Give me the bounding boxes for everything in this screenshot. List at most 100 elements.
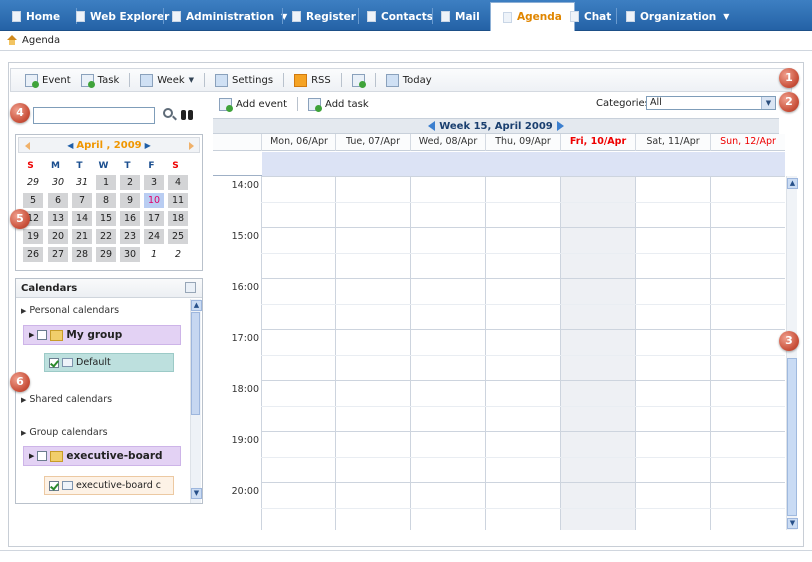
day-header[interactable]: Tue, 07/Apr — [335, 134, 410, 151]
folder-icon — [50, 450, 64, 462]
new-event-button[interactable]: Event — [25, 73, 71, 88]
default-calendar-row[interactable]: Default — [44, 353, 174, 372]
mini-calendar-day[interactable]: 8 — [96, 193, 116, 208]
mini-calendar-day[interactable]: 26 — [23, 247, 43, 262]
expand-arrow-icon: ▶ — [21, 429, 27, 437]
executive-board-row[interactable]: ▶ executive-board — [23, 446, 181, 466]
mini-calendar-month[interactable]: April — [76, 140, 103, 151]
mini-calendar-day[interactable]: 10 — [144, 193, 164, 208]
mini-calendar-day[interactable]: 1 — [144, 247, 164, 262]
mini-calendar-day[interactable]: 15 — [96, 211, 116, 226]
mini-calendar-day[interactable]: 13 — [48, 211, 68, 226]
mini-calendar-day[interactable]: 29 — [23, 175, 43, 190]
personal-calendars-section[interactable]: ▶ Personal calendars — [21, 305, 119, 316]
add-task-button[interactable]: Add task — [308, 97, 369, 112]
day-header[interactable]: Thu, 09/Apr — [485, 134, 560, 151]
mini-calendar-day[interactable]: 11 — [168, 193, 188, 208]
mini-calendar-day[interactable]: 6 — [48, 193, 68, 208]
mini-calendar-day[interactable]: 4 — [168, 175, 188, 190]
mini-calendar-day[interactable]: 17 — [144, 211, 164, 226]
day-header[interactable]: Fri, 10/Apr — [560, 134, 635, 151]
refresh-button[interactable] — [351, 73, 366, 88]
day-header[interactable]: Mon, 06/Apr — [261, 134, 336, 151]
my-group-row[interactable]: ▶ My group — [23, 325, 181, 345]
week-view-dropdown[interactable]: Week ▼ — [140, 73, 194, 87]
tab-chat[interactable]: Chat — [570, 3, 611, 30]
mini-calendar-day[interactable]: 1 — [96, 175, 116, 190]
tab-agenda[interactable]: Agenda — [490, 2, 575, 31]
mini-calendar-day[interactable]: 3 — [144, 175, 164, 190]
grid-scroll-thumb[interactable] — [787, 358, 797, 516]
executive-board-calendar-row[interactable]: executive-board c — [44, 476, 174, 495]
new-task-button[interactable]: Task — [80, 73, 119, 88]
scroll-up-icon[interactable]: ▲ — [787, 178, 798, 189]
tab-web-explorer[interactable]: Web Explorer — [76, 3, 169, 30]
scroll-up-icon[interactable]: ▲ — [191, 300, 202, 311]
prev-month-icon[interactable]: ◀ — [67, 141, 73, 150]
default-calendar-checkbox[interactable] — [49, 357, 59, 368]
mini-calendar-day[interactable]: 9 — [120, 193, 140, 208]
new-event-label: Event — [42, 74, 71, 86]
mini-calendar-day[interactable]: 25 — [168, 229, 188, 244]
next-month-icon[interactable]: ▶ — [145, 141, 151, 150]
categories-select[interactable]: All ▼ — [646, 96, 776, 110]
mini-calendar-day[interactable]: 2 — [120, 175, 140, 190]
mini-calendar-day[interactable]: 30 — [120, 247, 140, 262]
tab-organization[interactable]: Organization ▼ — [626, 3, 729, 30]
mini-calendar-day[interactable]: 31 — [72, 175, 92, 190]
all-day-events-area[interactable] — [262, 152, 785, 176]
mini-calendar-day[interactable]: 29 — [96, 247, 116, 262]
tab-administration[interactable]: Administration ▼ — [172, 3, 287, 30]
rss-button[interactable]: RSS — [294, 73, 331, 87]
week-time-grid[interactable]: 14:00 15:00 16:00 17:00 18:00 19:00 20:00 — [213, 176, 785, 530]
collapse-icon[interactable] — [185, 282, 196, 293]
add-event-button[interactable]: Add event — [219, 97, 287, 112]
executive-board-checkbox[interactable] — [37, 451, 48, 461]
mini-calendar-day[interactable]: 28 — [72, 247, 92, 262]
executive-board-calendar-checkbox[interactable] — [49, 480, 59, 491]
chevron-down-icon[interactable]: ▼ — [761, 97, 775, 109]
tab-register[interactable]: Register — [292, 3, 356, 30]
today-button[interactable]: Today — [385, 73, 432, 87]
mini-calendar-day[interactable]: 22 — [96, 229, 116, 244]
mini-calendar-day[interactable]: 27 — [48, 247, 68, 262]
mini-calendar-day[interactable]: 5 — [23, 193, 43, 208]
mini-calendar-day[interactable]: 20 — [48, 229, 68, 244]
my-group-checkbox[interactable] — [37, 330, 48, 340]
mini-calendar-day[interactable]: 16 — [120, 211, 140, 226]
mini-calendar-day[interactable]: 23 — [120, 229, 140, 244]
scroll-down-icon[interactable]: ▼ — [787, 518, 798, 529]
tab-contacts[interactable]: Contacts — [367, 3, 433, 30]
prev-week-icon[interactable] — [428, 121, 436, 131]
calendars-scroll-thumb[interactable] — [191, 312, 200, 415]
day-header[interactable]: Sat, 11/Apr — [635, 134, 710, 151]
settings-button[interactable]: Settings — [215, 73, 273, 87]
group-calendars-label: Group calendars — [29, 427, 108, 438]
tab-mail[interactable]: Mail — [441, 3, 480, 30]
mini-calendar-day[interactable]: 18 — [168, 211, 188, 226]
mini-calendar-day[interactable]: 19 — [23, 229, 43, 244]
mini-calendar-year[interactable]: 2009 — [114, 140, 142, 151]
next-week-icon[interactable] — [556, 121, 564, 131]
mini-calendar-day[interactable]: 21 — [72, 229, 92, 244]
tab-home[interactable]: Home — [12, 3, 60, 30]
home-icon[interactable] — [6, 35, 18, 46]
mini-calendar-day[interactable]: 14 — [72, 211, 92, 226]
mini-calendar-day[interactable]: 24 — [144, 229, 164, 244]
week-navigation: Week 15, April 2009 — [213, 118, 779, 134]
toolbar-separator — [340, 73, 342, 87]
group-calendars-section[interactable]: ▶ Group calendars — [21, 427, 108, 438]
day-header[interactable]: Wed, 08/Apr — [410, 134, 485, 151]
tab-administration-label: Administration — [186, 10, 275, 23]
search-input[interactable] — [33, 107, 155, 124]
mini-calendar-day[interactable]: 30 — [48, 175, 68, 190]
next-year-icon[interactable] — [189, 142, 194, 150]
mini-calendar-day[interactable]: 2 — [168, 247, 188, 262]
shared-calendars-section[interactable]: ▶ Shared calendars — [21, 394, 112, 405]
day-header[interactable]: Sun, 12/Apr — [710, 134, 785, 151]
scroll-down-icon[interactable]: ▼ — [191, 488, 202, 499]
mini-calendar-day[interactable]: 7 — [72, 193, 92, 208]
search-icon[interactable] — [163, 108, 173, 118]
advanced-search-icon[interactable] — [181, 108, 193, 120]
toolbar-separator — [297, 97, 299, 111]
